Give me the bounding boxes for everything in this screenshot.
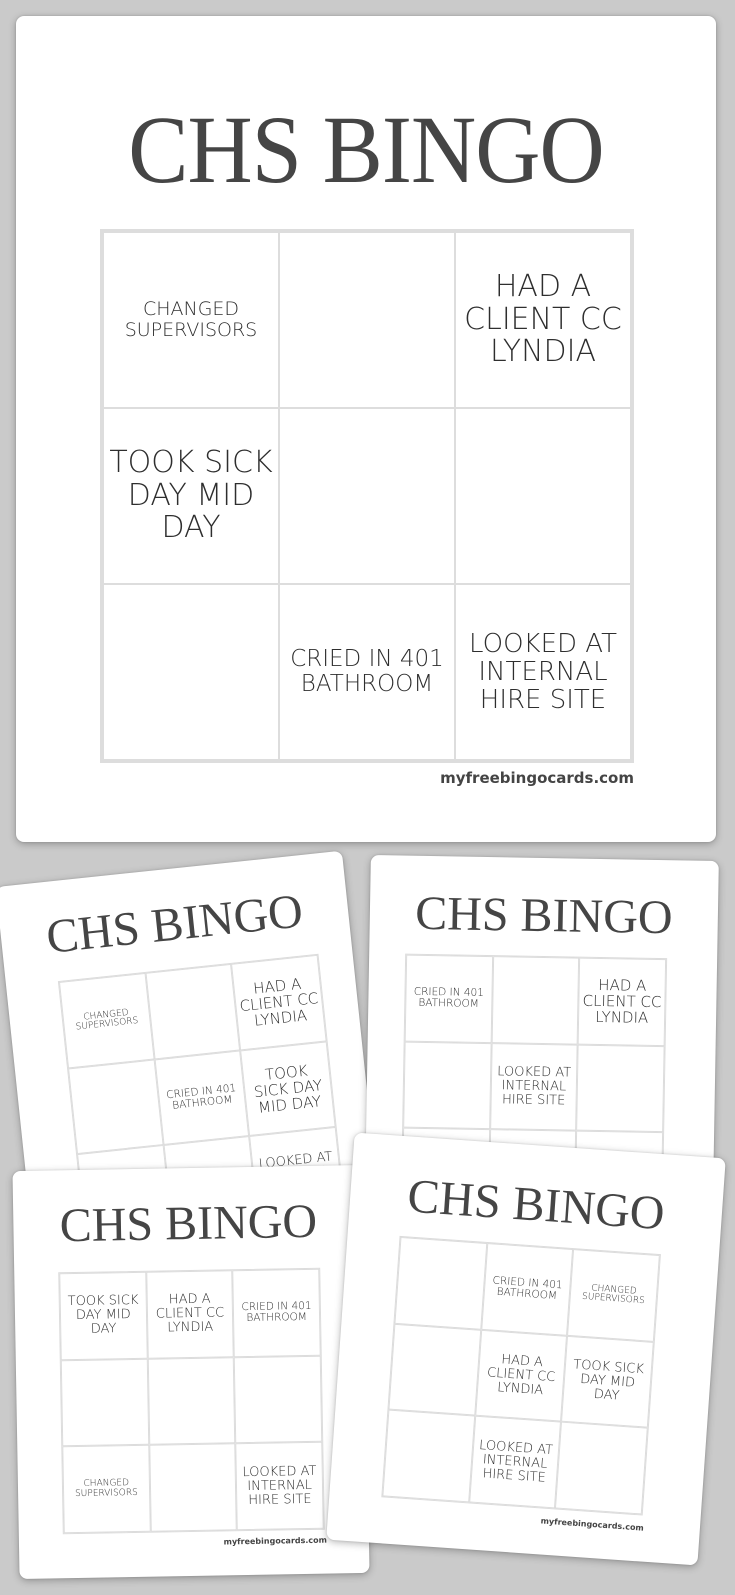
bingo-cell [388,1323,481,1416]
preview-card-3[interactable]: CHS BINGO TOOK SICK DAY MID DAY HAD A CL… [12,1164,370,1580]
bingo-cell: LOOKED AT INTERNAL HIRE SITE [235,1442,324,1531]
bingo-cell: CHANGED SUPERVISORS [58,972,155,1069]
bingo-cell: HAD A CLIENT CC LYNDIA [145,1270,235,1359]
bingo-cell: HAD A CLIENT CC LYNDIA [474,1329,568,1422]
bingo-cell [576,1044,665,1133]
bingo-cell [147,1356,236,1446]
card-title: CHS BINGO [128,96,604,203]
bingo-cell [60,1358,149,1447]
bingo-cell[interactable]: TOOK SICK DAY MID DAY [103,408,279,584]
preview-card-1[interactable]: CHS BINGO CHANGED SUPERVISORS HAD A CLIE… [0,850,377,1242]
bingo-cell[interactable]: CRIED IN 401 BATHROOM [279,584,455,760]
bingo-cell[interactable]: HAD A CLIENT CC LYNDIA [455,232,631,408]
bingo-cell [382,1409,475,1503]
card-title: CHS BINGO [405,1169,667,1241]
bingo-cell[interactable]: CHANGED SUPERVISORS [103,232,279,408]
main-bingo-card[interactable]: CHS BINGO CHANGED SUPERVISORS HAD A CLIE… [16,16,716,842]
bingo-cell [148,1443,238,1532]
bingo-cell: CRIED IN 401 BATHROOM [404,954,493,1043]
bingo-cell: CRIED IN 401 BATHROOM [154,1050,250,1146]
bingo-cell [234,1355,323,1444]
bingo-cell: CRIED IN 401 BATHROOM [480,1243,574,1336]
bingo-cell-free[interactable] [279,408,455,584]
card-title: CHS BINGO [59,1194,318,1253]
bingo-cell: HAD A CLIENT CC LYNDIA [577,957,667,1046]
bingo-cell: CHANGED SUPERVISORS [62,1445,151,1534]
preview-card-4[interactable]: CHS BINGO CRIED IN 401 BATHROOM CHANGED … [326,1132,726,1566]
bingo-cell [145,963,241,1060]
bingo-cell: TOOK SICK DAY MID DAY [59,1271,148,1360]
bingo-cell[interactable] [455,408,631,584]
bingo-cell [403,1041,492,1130]
bingo-grid: CHANGED SUPERVISORS HAD A CLIENT CC LYND… [100,229,634,763]
bingo-cell [491,956,580,1045]
bingo-cell [68,1059,164,1155]
bingo-cell: CHANGED SUPERVISORS [567,1249,660,1342]
bingo-cell: TOOK SICK DAY MID DAY [240,1041,336,1137]
bingo-cell: HAD A CLIENT CC LYNDIA [231,954,327,1051]
bingo-cell [394,1236,487,1330]
bingo-cell [555,1421,648,1515]
watermark: myfreebingocards.com [540,1516,645,1533]
bingo-cell[interactable] [279,232,455,408]
card-title: CHS BINGO [414,886,674,945]
bingo-cell[interactable]: LOOKED AT INTERNAL HIRE SITE [455,584,631,760]
bingo-cell[interactable] [103,584,279,760]
bingo-cell: TOOK SICK DAY MID DAY [561,1335,654,1429]
watermark: myfreebingocards.com [223,1535,328,1547]
bingo-cell: LOOKED AT INTERNAL HIRE SITE [489,1042,578,1131]
bingo-grid: TOOK SICK DAY MID DAY HAD A CLIENT CC LY… [58,1267,325,1535]
bingo-cell: LOOKED AT INTERNAL HIRE SITE [468,1415,562,1509]
watermark: myfreebingocards.com [440,769,634,787]
bingo-grid: CRIED IN 401 BATHROOM CHANGED SUPERVISOR… [381,1235,661,1516]
bingo-cell: CRIED IN 401 BATHROOM [232,1268,321,1357]
